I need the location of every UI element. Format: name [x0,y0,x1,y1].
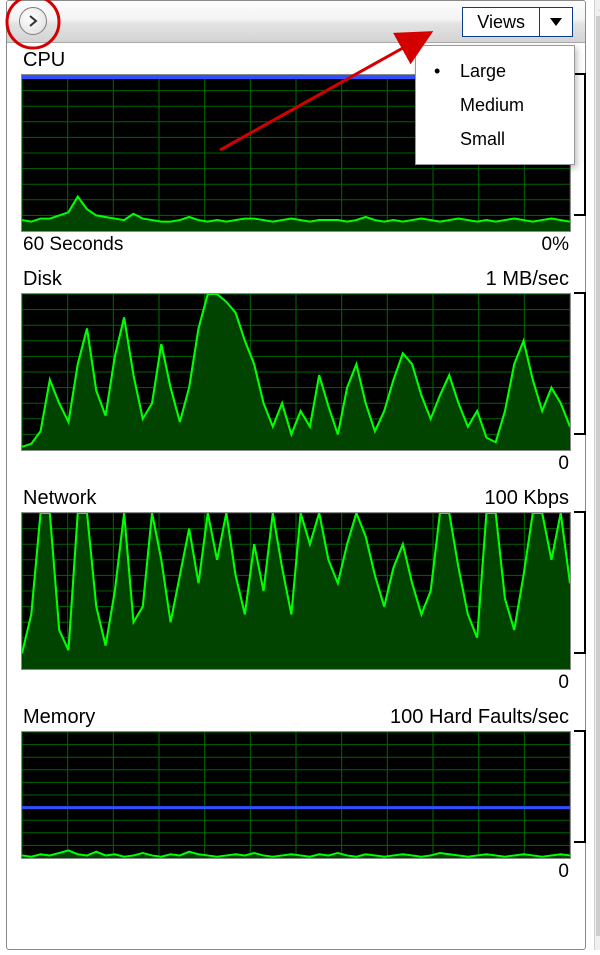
chart-canvas [21,293,571,451]
chart-title: Memory [23,706,95,729]
chevron-right-icon [27,11,39,32]
triangle-down-icon [548,12,564,33]
toolbar: Views LargeMediumSmall [7,1,585,43]
vertical-scrollbar[interactable]: ▴ [594,0,600,950]
resource-monitor-panel: Views LargeMediumSmall CPU [6,0,586,950]
views-button-label: Views [462,7,539,37]
chart-axis-bracket [574,511,586,654]
chart-axis-bracket [574,730,586,843]
chart-canvas [21,512,571,670]
views-dropdown-menu: LargeMediumSmall [415,45,575,165]
chart-block-disk: Disk 1 MB/sec 0 [21,268,571,475]
chart-scale: 1 MB/sec [486,268,569,291]
chart-scale: 100 Hard Faults/sec [390,706,569,729]
chart-scale: 100 Kbps [484,487,569,510]
views-menu-item[interactable]: Large [416,54,574,88]
chart-title: CPU [23,49,65,72]
chart-title: Disk [23,268,62,291]
chart-footer-right: 0 [558,453,569,475]
scroll-up-arrow-icon[interactable]: ▴ [595,0,600,16]
chart-footer-right: 0 [558,672,569,694]
chart-axis-bracket [574,73,586,216]
chart-footer-right: 0% [542,234,569,256]
scrollbar-thumb[interactable] [596,16,600,936]
chart-block-memory: Memory 100 Hard Faults/sec 0 [21,706,571,883]
chart-footer-left: 60 Seconds [23,234,123,256]
views-menu-item[interactable]: Medium [416,88,574,122]
dropdown-toggle[interactable] [539,7,573,37]
chart-axis-bracket [574,292,586,435]
chart-canvas [21,731,571,859]
chart-title: Network [23,487,96,510]
views-button[interactable]: Views [462,7,573,37]
chart-block-network: Network 100 Kbps 0 [21,487,571,694]
charts-container: CPU 60 Seconds 0% Disk 1 MB/sec [7,43,585,905]
chart-footer-right: 0 [558,861,569,883]
views-menu-item[interactable]: Small [416,122,574,156]
expand-collapse-button[interactable] [19,7,47,35]
